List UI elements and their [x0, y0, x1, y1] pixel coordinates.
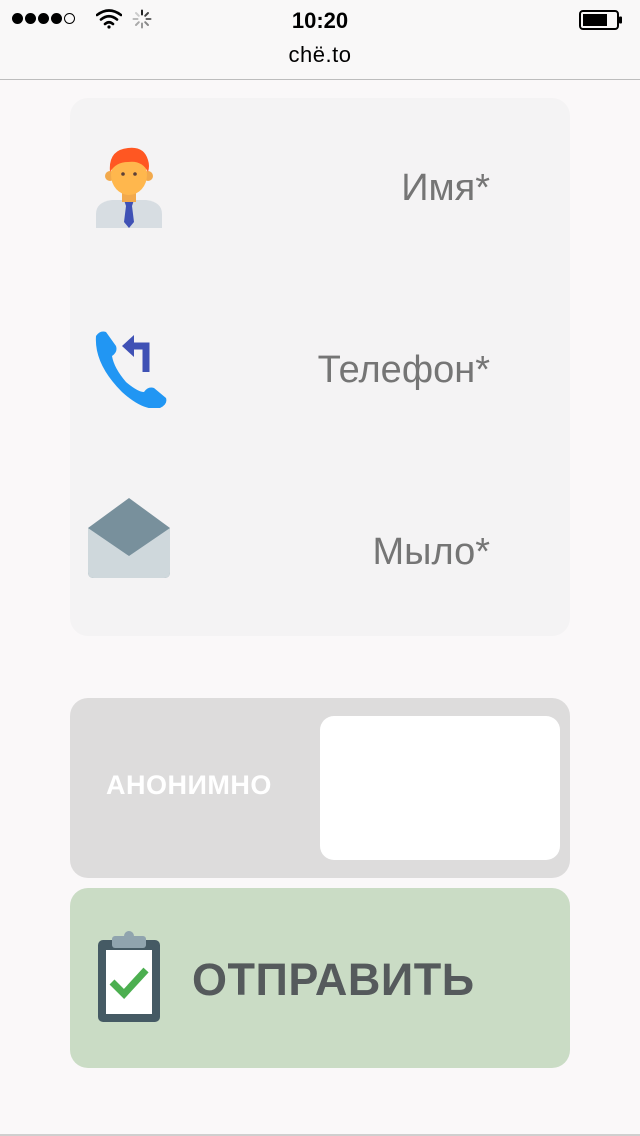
phone-callback-icon	[95, 331, 167, 408]
submit-button[interactable]: ОТПРАВИТЬ	[70, 888, 570, 1068]
email-input[interactable]	[170, 522, 490, 582]
email-field-row	[70, 498, 570, 602]
clipboard-check-icon	[98, 931, 160, 1022]
phone-input[interactable]	[170, 340, 490, 400]
status-time: 10:20	[291, 8, 349, 33]
anonymous-toggle[interactable]: АНОНИМНО	[70, 698, 570, 878]
anonymous-toggle-knob[interactable]	[320, 716, 560, 860]
address-url[interactable]: chë.to	[0, 42, 640, 68]
name-input[interactable]	[170, 158, 490, 218]
person-icon	[96, 147, 162, 228]
anonymous-label: АНОНИМНО	[106, 770, 272, 800]
phone-field-row	[70, 320, 570, 420]
submit-label: ОТПРАВИТЬ	[192, 954, 475, 1005]
envelope-icon	[88, 498, 170, 578]
battery-icon	[579, 10, 622, 30]
contact-form-card	[70, 98, 570, 636]
status-bar: 10:20 chë.to	[0, 0, 640, 80]
name-field-row	[70, 138, 570, 238]
